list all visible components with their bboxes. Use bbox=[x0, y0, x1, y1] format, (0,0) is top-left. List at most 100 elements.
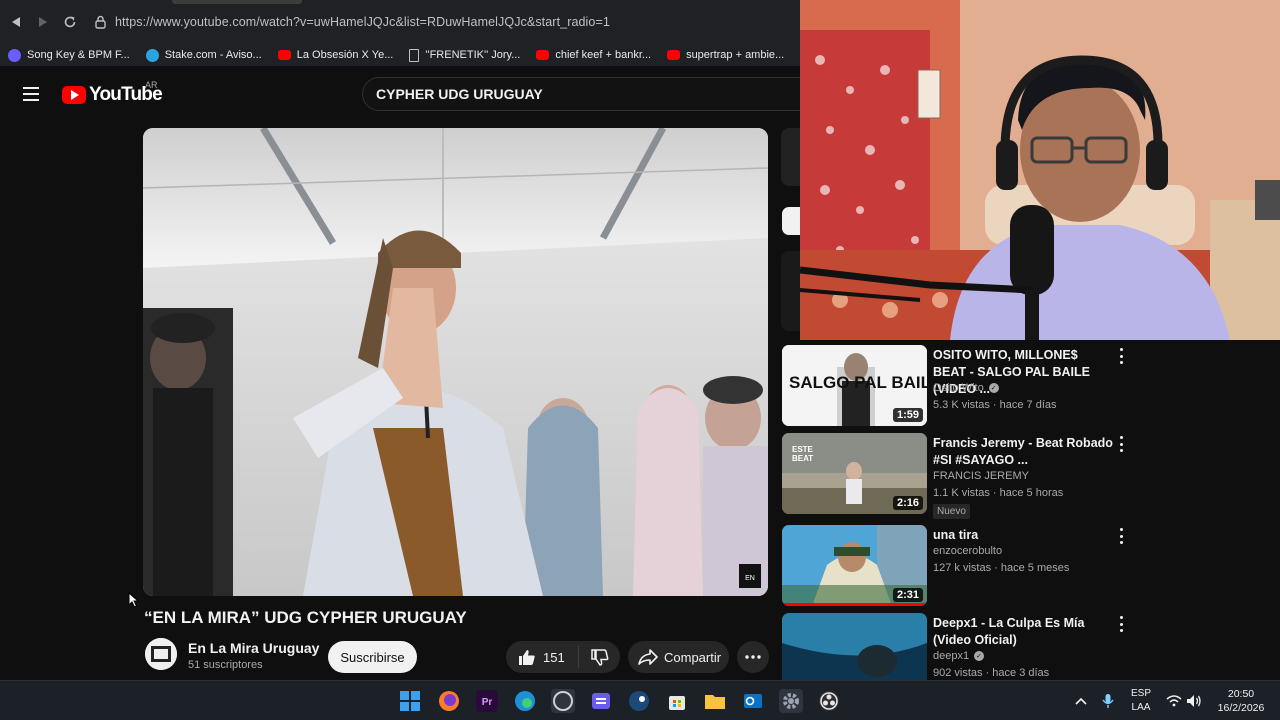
microphone-icon[interactable] bbox=[1096, 689, 1120, 713]
firefox-icon[interactable] bbox=[437, 689, 461, 713]
more-vertical-icon[interactable] bbox=[1115, 528, 1127, 544]
recommendation-title[interactable]: Deepx1 - La Culpa Es Mía (Video Oficial) bbox=[933, 615, 1113, 649]
obs-studio-icon[interactable] bbox=[817, 689, 841, 713]
obs-icon[interactable] bbox=[551, 689, 575, 713]
more-vertical-icon[interactable] bbox=[1115, 436, 1127, 452]
svg-text:Pr: Pr bbox=[482, 697, 493, 708]
settings-icon[interactable] bbox=[779, 689, 803, 713]
video-player[interactable]: EN bbox=[143, 128, 768, 596]
taskbar: Pr ESP LAA 20:50 16/2/2026 bbox=[0, 680, 1280, 720]
subscribe-button[interactable]: Suscribirse bbox=[328, 641, 417, 673]
more-actions-button[interactable] bbox=[737, 641, 769, 673]
like-button[interactable]: 151 bbox=[506, 641, 578, 673]
forward-button[interactable] bbox=[32, 11, 54, 33]
bookmark-item[interactable]: chief keef + bankr... bbox=[536, 49, 651, 61]
channel-avatar[interactable] bbox=[145, 638, 177, 670]
file-explorer-icon[interactable] bbox=[703, 689, 727, 713]
edge-icon[interactable] bbox=[513, 689, 537, 713]
mouse-cursor-icon bbox=[128, 591, 140, 608]
country-code: AR bbox=[145, 80, 158, 90]
recommendation-item[interactable]: Deepx1 - La Culpa Es Mía (Video Oficial)… bbox=[781, 610, 1280, 680]
video-title: “EN LA MIRA” UDG CYPHER URUGUAY bbox=[144, 608, 467, 627]
bookmark-item[interactable]: ''FRENETIK'' Jory... bbox=[409, 48, 521, 62]
bookmark-label: supertrap + ambie... bbox=[686, 49, 785, 61]
bookmarks-bar: Song Key & BPM F... Stake.com - Aviso...… bbox=[0, 44, 800, 66]
youtube-icon bbox=[277, 50, 291, 60]
reload-icon bbox=[64, 16, 76, 28]
more-vertical-icon[interactable] bbox=[1115, 616, 1127, 632]
video-thumbnail[interactable]: ESTE BEAT 2:16 bbox=[782, 433, 927, 514]
playlist-panel-edge[interactable] bbox=[781, 128, 800, 186]
video-thumbnail[interactable]: SALGO PAL BAILE 1:59 bbox=[782, 345, 927, 426]
watch-progress bbox=[782, 603, 927, 606]
recommendation-item[interactable]: SALGO PAL BAILE 1:59 OSITO WITO, MILLONE… bbox=[781, 342, 1280, 432]
bookmark-label: La Obsesión X Ye... bbox=[296, 49, 394, 61]
dislike-button[interactable] bbox=[579, 641, 620, 673]
keyboard-layout: LAA bbox=[1131, 702, 1151, 713]
recommendation-channel[interactable]: enzocerobulto bbox=[933, 545, 1002, 557]
active-tab-edge[interactable] bbox=[172, 0, 302, 4]
video-frame: EN bbox=[143, 128, 768, 596]
recommendations-list: SALGO PAL BAILE 1:59 OSITO WITO, MILLONE… bbox=[781, 340, 1280, 680]
menu-icon[interactable] bbox=[23, 87, 39, 101]
recommendation-channel[interactable]: FRANCIS JEREMY bbox=[933, 470, 1029, 482]
outlook-icon[interactable] bbox=[741, 689, 765, 713]
video-thumbnail[interactable]: 2:31 bbox=[782, 525, 927, 606]
document-icon bbox=[409, 48, 420, 62]
channel-name[interactable]: En La Mira Uruguay bbox=[188, 640, 319, 656]
recommendation-title[interactable]: Francis Jeremy - Beat Robado #SI #SAYAGO… bbox=[933, 435, 1113, 469]
windows-start-icon[interactable] bbox=[398, 689, 422, 713]
lock-icon[interactable] bbox=[93, 14, 107, 30]
video-thumbnail[interactable] bbox=[782, 613, 927, 680]
recommendation-title[interactable]: una tira bbox=[933, 527, 1113, 544]
steam-icon[interactable] bbox=[627, 689, 651, 713]
recommendation-thumb-partial[interactable] bbox=[781, 251, 800, 331]
webcam-feed bbox=[800, 0, 1280, 340]
more-horizontal-icon bbox=[745, 655, 761, 659]
clock[interactable]: 20:50 16/2/2026 bbox=[1208, 687, 1274, 715]
notes-icon[interactable] bbox=[589, 689, 613, 713]
bookmark-item[interactable]: supertrap + ambie... bbox=[667, 49, 784, 61]
thumbs-up-icon bbox=[519, 649, 535, 665]
recommendation-item[interactable]: 2:31 una tira enzocerobulto 127 k vistas… bbox=[781, 522, 1280, 612]
language-code: ESP bbox=[1130, 688, 1151, 699]
verified-icon: ✓ bbox=[988, 383, 999, 393]
filter-chip[interactable] bbox=[782, 207, 800, 235]
masthead: YouTube AR CYPHER UDG URUGUAY bbox=[0, 66, 800, 122]
more-vertical-icon[interactable] bbox=[1115, 348, 1127, 364]
bookmark-item[interactable]: Song Key & BPM F... bbox=[8, 48, 130, 62]
webcam-overlay bbox=[800, 0, 1280, 340]
reload-button[interactable] bbox=[59, 11, 81, 33]
recommendation-channel[interactable]: deepx1 ✓ bbox=[933, 650, 985, 662]
volume-icon[interactable] bbox=[1182, 689, 1206, 713]
back-button[interactable] bbox=[5, 11, 27, 33]
share-button[interactable]: Compartir bbox=[628, 641, 729, 673]
premiere-icon[interactable]: Pr bbox=[475, 689, 499, 713]
video-duration: 2:31 bbox=[892, 588, 923, 602]
channel-label: FRANCIS JEREMY bbox=[933, 470, 1029, 482]
recommendation-meta: 127 k vistas · hace 5 meses bbox=[933, 562, 1070, 574]
clock-date: 16/2/2026 bbox=[1217, 702, 1265, 714]
telegram-icon bbox=[145, 48, 159, 62]
thumbnail-caption: ESTE BEAT bbox=[792, 445, 814, 463]
recommendation-meta: 5.3 K vistas · hace 7 días bbox=[933, 399, 1057, 411]
recommendation-channel[interactable]: Osito Wito ✓ bbox=[933, 382, 999, 394]
store-icon[interactable] bbox=[665, 689, 689, 713]
search-input[interactable]: CYPHER UDG URUGUAY bbox=[362, 77, 800, 111]
bookmark-item[interactable]: La Obsesión X Ye... bbox=[277, 49, 394, 61]
youtube-icon bbox=[667, 50, 681, 60]
search-query: CYPHER UDG URUGUAY bbox=[376, 86, 543, 102]
recommendation-item[interactable]: ESTE BEAT 2:16 Francis Jeremy - Beat Rob… bbox=[781, 430, 1280, 522]
bookmark-label: ''FRENETIK'' Jory... bbox=[425, 49, 521, 61]
channel-label: deepx1 bbox=[933, 650, 970, 662]
thumbnail-caption: SALGO PAL BAILE bbox=[789, 373, 927, 392]
video-duration: 2:16 bbox=[892, 496, 923, 510]
input-language[interactable]: ESP LAA bbox=[1128, 687, 1154, 715]
browser-toolbar: https://www.youtube.com/watch?v=uwHamelJ… bbox=[0, 0, 800, 44]
chevron-up-icon[interactable] bbox=[1069, 689, 1093, 713]
back-arrow-icon bbox=[12, 17, 20, 27]
share-label: Compartir bbox=[664, 649, 722, 665]
verified-icon: ✓ bbox=[974, 651, 985, 661]
bookmark-item[interactable]: Stake.com - Aviso... bbox=[145, 48, 262, 62]
address-bar[interactable]: https://www.youtube.com/watch?v=uwHamelJ… bbox=[115, 15, 610, 29]
